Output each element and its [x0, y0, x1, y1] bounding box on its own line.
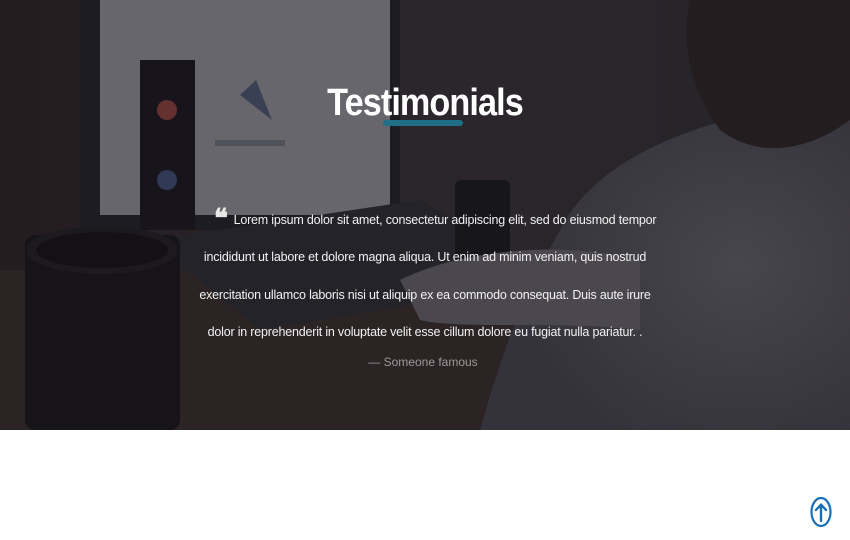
quote-line-4: dolor in reprehenderit in voluptate veli… [207, 325, 643, 339]
testimonials-section: Testimonials ❝ Lorem ipsum dolor sit ame… [0, 0, 850, 430]
scroll-to-top-button[interactable] [810, 496, 832, 528]
title-underline [383, 120, 463, 126]
quote-line-2: incididunt ut labore et dolore magna ali… [203, 250, 647, 264]
quote-line-1: Lorem ipsum dolor sit amet, consectetur … [233, 213, 657, 227]
arrow-up-circle-icon [810, 496, 832, 528]
quote-author: — Someone famous [368, 355, 478, 369]
quote-line-3: exercitation ullamco laboris nisi ut ali… [199, 288, 651, 302]
section-title: Testimonials [327, 81, 524, 124]
